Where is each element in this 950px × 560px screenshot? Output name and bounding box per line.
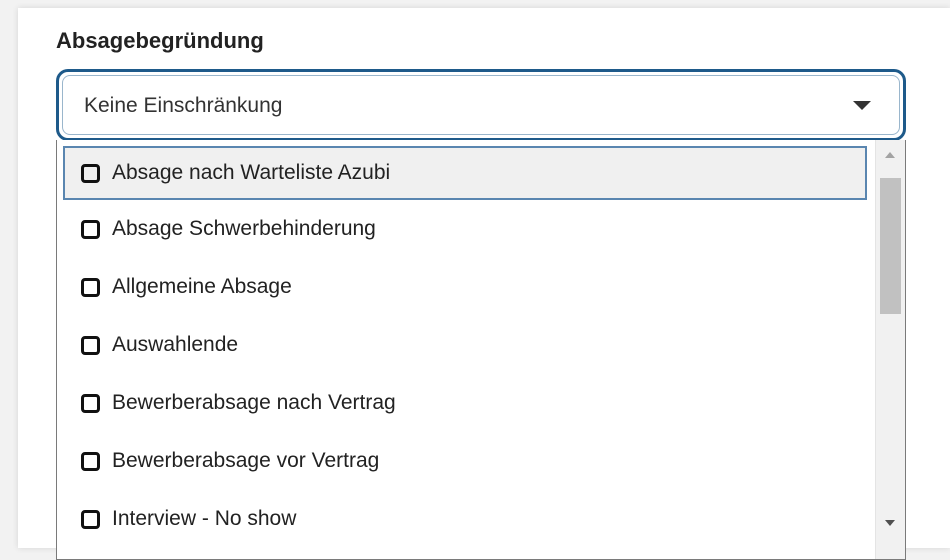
scroll-up-arrow-icon[interactable] <box>885 152 895 158</box>
dropdown-menu: Absage nach Warteliste Azubi Absage Schw… <box>56 140 906 560</box>
checkbox-unchecked-icon[interactable] <box>81 393 100 413</box>
option-label: Allgemeine Absage <box>112 275 292 298</box>
checkbox-unchecked-icon[interactable] <box>81 509 100 529</box>
scroll-down-arrow-icon[interactable] <box>885 520 895 526</box>
option-label: Absage Schwerbehinderung <box>112 217 376 240</box>
dropdown-option[interactable]: Allgemeine Absage <box>57 258 867 316</box>
checkbox-unchecked-icon[interactable] <box>81 451 100 471</box>
dropdown-list: Absage nach Warteliste Azubi Absage Schw… <box>57 140 867 548</box>
select-value: Keine Einschränkung <box>84 94 283 117</box>
checkbox-unchecked-icon[interactable] <box>81 163 100 183</box>
option-label: Interview - No show <box>112 507 297 530</box>
scroll-thumb[interactable] <box>880 178 901 314</box>
option-label: Bewerberabsage nach Vertrag <box>112 391 396 414</box>
field-label: Absagebegründung <box>56 28 264 53</box>
dropdown-option[interactable]: Absage Schwerbehinderung <box>57 200 867 258</box>
dropdown-option[interactable]: Bewerberabsage vor Vertrag <box>57 432 867 490</box>
caret-down-icon[interactable] <box>853 101 871 110</box>
dropdown-option[interactable]: Absage nach Warteliste Azubi <box>63 146 867 200</box>
dropdown-option[interactable]: Interview - No show <box>57 490 867 548</box>
option-label: Bewerberabsage vor Vertrag <box>112 449 380 472</box>
dropdown-scrollbar[interactable] <box>875 140 905 559</box>
checkbox-unchecked-icon[interactable] <box>81 335 100 355</box>
dropdown-option[interactable]: Auswahlende <box>57 316 867 374</box>
rejection-reason-select[interactable]: Keine Einschränkung <box>56 69 906 141</box>
option-label: Auswahlende <box>112 333 239 356</box>
checkbox-unchecked-icon[interactable] <box>81 277 100 297</box>
checkbox-unchecked-icon[interactable] <box>81 219 100 239</box>
option-label: Absage nach Warteliste Azubi <box>112 161 391 184</box>
dropdown-option[interactable]: Bewerberabsage nach Vertrag <box>57 374 867 432</box>
